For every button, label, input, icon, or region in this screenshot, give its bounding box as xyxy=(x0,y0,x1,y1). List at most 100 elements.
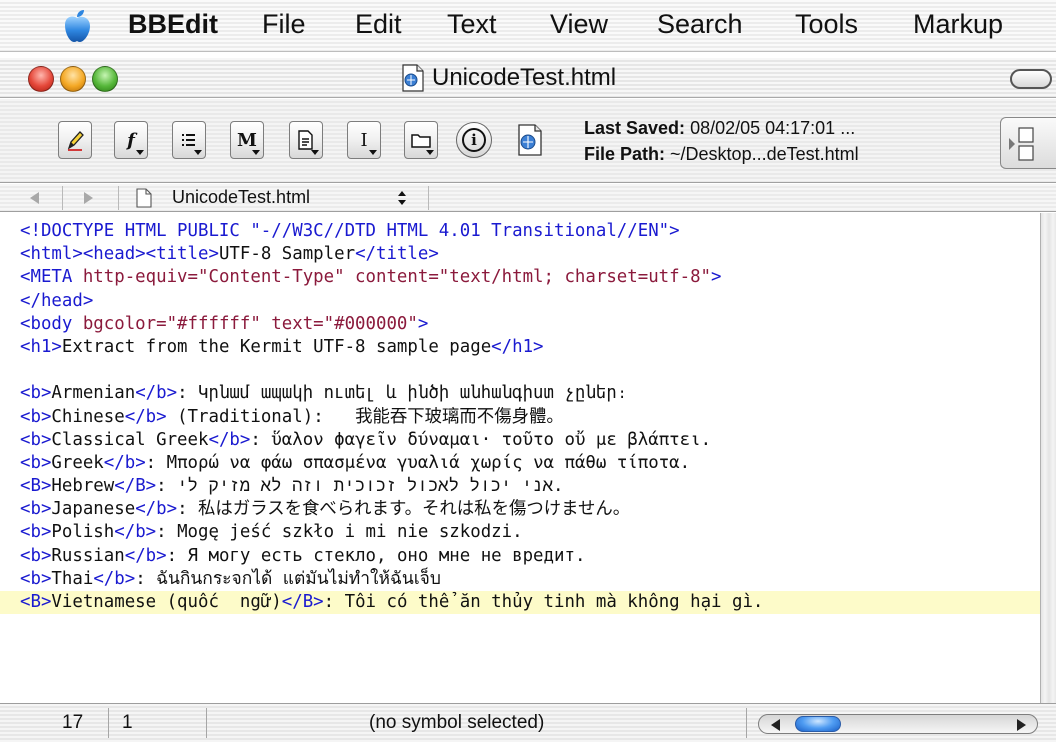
menu-markup[interactable]: Markup xyxy=(913,9,1003,40)
last-saved-value: 08/02/05 04:17:01 ... xyxy=(690,118,856,138)
code-tag: > xyxy=(417,313,429,334)
symbol-popup-menu[interactable]: (no symbol selected) xyxy=(369,712,544,734)
code-line[interactable]: <b>Russian</b>: Я могу есть стекло, оно … xyxy=(20,545,1040,568)
menu-search[interactable]: Search xyxy=(657,9,743,40)
file-info: Last Saved: 08/02/05 04:17:01 ... File P… xyxy=(584,115,859,167)
minimize-button[interactable] xyxy=(60,66,86,92)
toolbar-overflow-button[interactable] xyxy=(1000,117,1056,169)
back-arrow-icon[interactable] xyxy=(30,192,39,204)
code-tag: <b> xyxy=(20,406,52,427)
code-text: Polish xyxy=(51,522,115,543)
code-text: : Я могу есть стекло, оно мне не вредит. xyxy=(166,545,586,566)
html-document-icon[interactable] xyxy=(515,123,545,157)
code-line[interactable]: <b>Polish</b>: Mogę jeść szkło i mi nie … xyxy=(20,521,1040,544)
code-tag: <META xyxy=(20,267,83,288)
code-tag: <h1> xyxy=(20,336,62,357)
vertical-scrollbar[interactable] xyxy=(1040,213,1056,703)
code-tag: <html><head><title> xyxy=(20,244,219,265)
code-line-current[interactable]: <B>Vietnamese (quốc ngữ)</B>: Tôi có thể… xyxy=(0,591,1040,615)
zoom-button[interactable] xyxy=(92,66,118,92)
code-line[interactable]: <b>Classical Greek</b>: ὕαλον ϕαγεῖν δύν… xyxy=(20,429,1040,452)
scroll-left-arrow-icon[interactable] xyxy=(771,719,780,731)
code-text: Thai xyxy=(51,568,94,589)
code-tag: <b> xyxy=(20,568,52,589)
code-line[interactable]: <h1>Extract from the Kermit UTF-8 sample… xyxy=(20,336,1040,359)
code-tag: <b> xyxy=(20,545,52,566)
pencil-button[interactable] xyxy=(58,121,92,159)
code-line[interactable]: <b>Thai</b>: ฉันกินกระจกได้ แต่มันไม่ทำใ… xyxy=(20,568,1040,591)
scroll-right-arrow-icon[interactable] xyxy=(1017,719,1026,731)
code-text: (Traditional): 我能吞下玻璃而不傷身體。 xyxy=(166,406,564,427)
folder-popup-icon xyxy=(411,134,431,148)
code-text: : אני יכול לאכול זכוכית וזה לא מזיק לי. xyxy=(156,476,564,497)
function-popup-button[interactable]: f xyxy=(114,121,148,159)
code-tag: </b> xyxy=(124,406,167,427)
divider xyxy=(428,186,429,210)
menu-view[interactable]: View xyxy=(550,9,608,40)
markers-popup-button[interactable]: M xyxy=(230,121,264,159)
scroll-thumb[interactable] xyxy=(795,716,841,732)
code-line[interactable]: </head> xyxy=(20,290,1040,313)
code-text: Japanese xyxy=(51,499,136,520)
last-saved-label: Last Saved: xyxy=(584,118,686,138)
code-tag: </h1> xyxy=(491,336,544,357)
code-text: UTF-8 Sampler xyxy=(218,244,356,265)
horizontal-scrollbar[interactable] xyxy=(758,714,1038,734)
menu-tools[interactable]: Tools xyxy=(795,9,858,40)
code-text: : Կրնամ ապակի ուտել և ինծի անհանգիստ չըն… xyxy=(177,383,628,404)
code-text: Chinese xyxy=(51,406,125,427)
close-button[interactable] xyxy=(28,66,54,92)
code-line[interactable]: <html><head><title>UTF-8 Sampler</title> xyxy=(20,243,1040,266)
forward-arrow-icon[interactable] xyxy=(84,192,93,204)
code-text: Hebrew xyxy=(51,476,115,497)
code-tag: </head> xyxy=(20,290,94,311)
menu-bbedit[interactable]: BBEdit xyxy=(128,9,218,40)
code-text: : Tôi có thể ăn thủy tinh mà không hại g… xyxy=(323,592,764,612)
list-popup-button[interactable] xyxy=(172,121,206,159)
window-title: UnicodeTest.html xyxy=(432,64,617,91)
divider xyxy=(118,186,119,210)
code-line[interactable] xyxy=(20,359,1040,382)
html-document-icon[interactable] xyxy=(400,64,426,92)
code-line[interactable]: <!DOCTYPE HTML PUBLIC "-//W3C//DTD HTML … xyxy=(20,220,1040,243)
code-tag: </b> xyxy=(135,499,178,520)
code-text: : Μπορώ να φάω σπασμένα γυαλιά χωρίς να … xyxy=(145,452,691,473)
code-text: Russian xyxy=(51,545,125,566)
code-line[interactable]: <b>Greek</b>: Μπορώ να φάω σπασμένα γυαλ… xyxy=(20,452,1040,475)
popup-arrows-icon[interactable] xyxy=(396,188,408,208)
editor-text-area[interactable]: <!DOCTYPE HTML PUBLIC "-//W3C//DTD HTML … xyxy=(0,213,1040,703)
document-window: UnicodeTest.html f M I i Last Saved: 08/… xyxy=(0,58,1056,742)
file-path-value[interactable]: ~/Desktop...deTest.html xyxy=(670,144,859,164)
chevron-right-icon xyxy=(1009,127,1034,161)
divider xyxy=(108,708,109,738)
title-bar[interactable]: UnicodeTest.html xyxy=(0,58,1056,98)
menu-file[interactable]: File xyxy=(262,9,306,40)
code-tag: <b> xyxy=(20,429,52,450)
code-tag: <b> xyxy=(20,522,52,543)
code-tag: </b> xyxy=(103,452,146,473)
navigation-bar: UnicodeTest.html xyxy=(0,184,1056,212)
code-line[interactable]: <META http-equiv="Content-Type" content=… xyxy=(20,266,1040,289)
code-line[interactable]: <b>Japanese</b>: 私はガラスを食べられます。それは私を傷つけませ… xyxy=(20,498,1040,521)
code-tag: <b> xyxy=(20,499,52,520)
code-tag: > xyxy=(711,267,722,288)
document-popup-menu[interactable]: UnicodeTest.html xyxy=(172,187,310,208)
code-text: Greek xyxy=(51,452,104,473)
code-line[interactable]: <b>Chinese</b> (Traditional): 我能吞下玻璃而不傷身… xyxy=(20,406,1040,429)
function-popup-icon: f xyxy=(127,129,135,151)
apple-icon[interactable] xyxy=(62,9,92,43)
code-line[interactable]: <B>Hebrew</B>: אני יכול לאכול זכוכית וזה… xyxy=(20,475,1040,498)
info-button[interactable]: i xyxy=(456,122,492,158)
menu-text[interactable]: Text xyxy=(447,9,497,40)
code-tag: </title> xyxy=(355,244,439,265)
document-popup-button[interactable] xyxy=(289,121,323,159)
divider xyxy=(62,186,63,210)
code-line[interactable]: <b>Armenian</b>: Կրնամ ապակի ուտել և ինծ… xyxy=(20,382,1040,405)
menu-edit[interactable]: Edit xyxy=(355,9,402,40)
insert-popup-button[interactable]: I xyxy=(347,121,381,159)
code-attribute: http-equiv="Content-Type" content="text/… xyxy=(82,267,712,288)
folder-popup-button[interactable] xyxy=(404,121,438,159)
toolbar-toggle-button[interactable] xyxy=(1010,69,1052,89)
code-tag: <b> xyxy=(20,452,52,473)
code-line[interactable]: <body bgcolor="#ffffff" text="#000000"> xyxy=(20,313,1040,336)
